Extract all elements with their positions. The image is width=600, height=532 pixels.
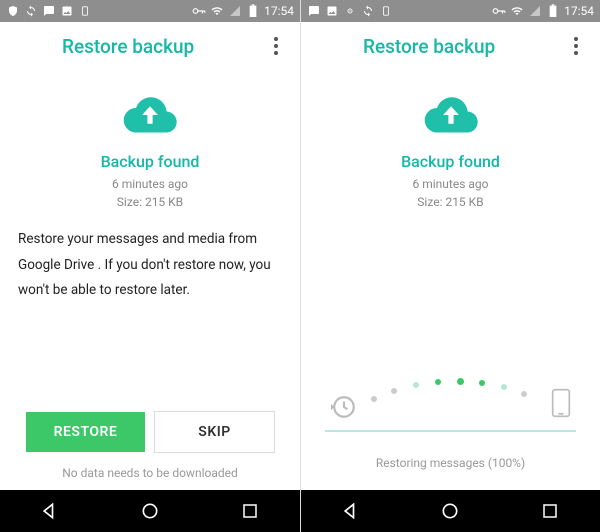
backup-found-label: Backup found bbox=[401, 152, 500, 171]
nav-bar bbox=[0, 490, 300, 532]
battery-icon bbox=[546, 4, 560, 18]
wifi-icon bbox=[210, 4, 224, 18]
overflow-menu-icon[interactable] bbox=[564, 34, 588, 58]
shield-icon bbox=[6, 4, 20, 18]
screen-restore-progress: 17:54 Restore backup Backup found 6 minu… bbox=[300, 0, 600, 532]
nav-bar bbox=[301, 490, 600, 532]
cloud-upload-icon bbox=[121, 94, 179, 140]
footer-note: No data needs to be downloaded bbox=[62, 466, 238, 480]
key-icon bbox=[492, 4, 506, 18]
content-area: Backup found 6 minutes ago Size: 215 KB … bbox=[0, 70, 300, 490]
signal-icon bbox=[528, 4, 542, 18]
nav-home-icon[interactable] bbox=[438, 499, 462, 523]
content-area: Backup found 6 minutes ago Size: 215 KB bbox=[301, 70, 600, 490]
restore-button[interactable]: RESTORE bbox=[26, 412, 145, 452]
nav-recent-icon[interactable] bbox=[538, 499, 562, 523]
status-time: 17:54 bbox=[264, 4, 294, 18]
nav-recent-icon[interactable] bbox=[238, 499, 262, 523]
progress-area: Restoring messages (100%) bbox=[319, 374, 582, 490]
backup-found-label: Backup found bbox=[101, 152, 200, 171]
status-time: 17:54 bbox=[564, 4, 594, 18]
backup-meta: 6 minutes ago Size: 215 KB bbox=[413, 175, 489, 211]
cloud-upload-icon bbox=[422, 94, 480, 140]
screen-restore-prompt: 17:54 Restore backup Backup found 6 minu… bbox=[0, 0, 300, 532]
backup-time: 6 minutes ago bbox=[112, 175, 188, 193]
backup-size: Size: 215 KB bbox=[112, 193, 188, 211]
image-icon bbox=[325, 4, 339, 18]
history-icon bbox=[331, 394, 357, 424]
image-icon bbox=[60, 4, 74, 18]
backup-size: Size: 215 KB bbox=[413, 193, 489, 211]
progress-bar bbox=[325, 430, 576, 432]
backup-meta: 6 minutes ago Size: 215 KB bbox=[112, 175, 188, 211]
progress-arc bbox=[331, 374, 571, 424]
nav-back-icon[interactable] bbox=[339, 499, 363, 523]
device-icon bbox=[78, 4, 92, 18]
device-icon bbox=[379, 4, 393, 18]
nav-home-icon[interactable] bbox=[138, 499, 162, 523]
progress-status: Restoring messages (100%) bbox=[376, 456, 525, 470]
skip-button[interactable]: SKIP bbox=[155, 412, 274, 452]
sync-icon bbox=[361, 4, 375, 18]
nav-back-icon[interactable] bbox=[38, 499, 62, 523]
status-bar: 17:54 bbox=[0, 0, 300, 22]
signal-icon bbox=[228, 4, 242, 18]
overflow-menu-icon[interactable] bbox=[264, 34, 288, 58]
page-title: Restore backup bbox=[62, 35, 194, 58]
restore-description: Restore your messages and media from Goo… bbox=[18, 227, 282, 304]
battery-icon bbox=[246, 4, 260, 18]
app-bar: Restore backup bbox=[0, 22, 300, 70]
status-bar: 17:54 bbox=[301, 0, 600, 22]
wifi-icon bbox=[510, 4, 524, 18]
app-bar: Restore backup bbox=[301, 22, 600, 70]
msg-icon bbox=[307, 4, 321, 18]
phone-icon bbox=[551, 388, 571, 422]
location-icon bbox=[343, 4, 357, 18]
key-icon bbox=[192, 4, 206, 18]
sync-icon bbox=[24, 4, 38, 18]
page-title: Restore backup bbox=[363, 35, 495, 58]
backup-time: 6 minutes ago bbox=[413, 175, 489, 193]
msg-icon bbox=[42, 4, 56, 18]
